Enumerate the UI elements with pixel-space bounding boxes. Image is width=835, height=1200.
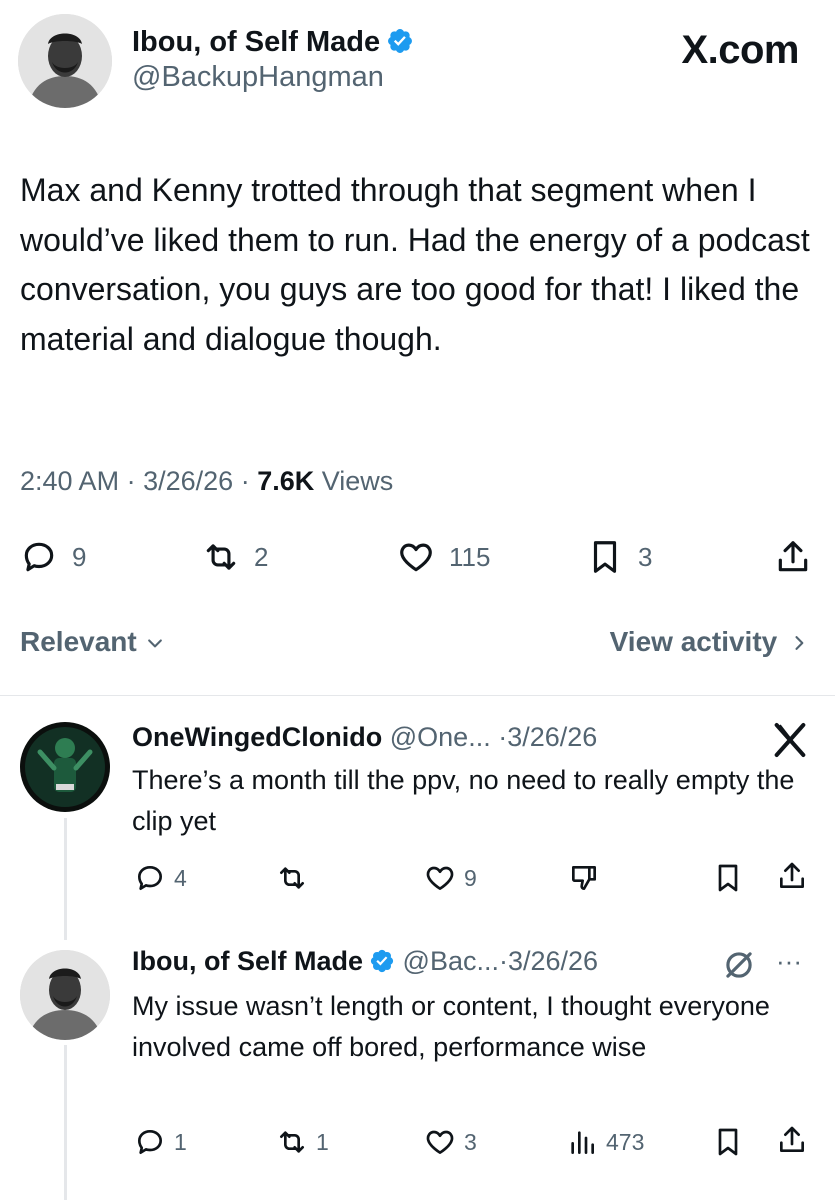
author-header: Ibou, of Self Made @BackupHangman (132, 26, 414, 94)
bookmark-icon (718, 1128, 738, 1156)
meta-separator: · (126, 466, 144, 496)
bookmark-count: 3 (638, 541, 653, 572)
reply-reply-count: 4 (174, 864, 187, 891)
reply-author-handle[interactable]: @Bac... (403, 946, 499, 976)
reply-icon (138, 1130, 162, 1154)
muted-circle-icon[interactable] (720, 946, 758, 984)
author-handle[interactable]: @BackupHangman (132, 61, 414, 94)
reply-date[interactable]: 3/26/26 (508, 946, 598, 976)
section-divider (0, 695, 835, 696)
reply-reply-button[interactable]: 4 (134, 862, 187, 894)
like-icon (426, 1130, 454, 1154)
reply-repost-button[interactable] (276, 862, 316, 894)
reply-icon (24, 542, 54, 572)
meta-separator: · (498, 946, 508, 976)
repost-count: 2 (254, 541, 269, 572)
reply-views-count: 473 (606, 1128, 645, 1155)
reply-share-button[interactable] (776, 860, 816, 892)
view-activity-link[interactable]: View activity (610, 626, 809, 658)
author-name[interactable]: Ibou, of Self Made (132, 26, 414, 59)
share-icon (780, 862, 804, 888)
reply-header: OneWingedClonido @One... ·3/26/26 (132, 722, 597, 753)
reply-date[interactable]: 3/26/26 (507, 722, 597, 752)
reply-author-name[interactable]: Ibou, of Self Made (132, 946, 363, 976)
reply-bookmark-button[interactable] (712, 1126, 752, 1158)
reply-views-button[interactable]: 473 (566, 1126, 644, 1158)
tweet-meta: 2:40 AM · 3/26/26 · 7.6K Views (20, 466, 393, 497)
views-count: 7.6K (257, 466, 315, 496)
tweet-time[interactable]: 2:40 AM (20, 466, 119, 496)
bookmark-icon (593, 541, 617, 573)
like-count: 115 (449, 541, 491, 572)
reply-count: 9 (72, 541, 87, 572)
meta-separator: · (498, 722, 508, 752)
reply-text: My issue wasn’t length or content, I tho… (132, 991, 770, 1062)
like-icon (426, 866, 454, 890)
reply-dislike-button[interactable] (568, 862, 608, 894)
reply-button[interactable]: 9 (20, 538, 86, 576)
share-icon (778, 541, 808, 572)
reply-share-button[interactable] (776, 1124, 816, 1156)
like-icon (400, 543, 432, 572)
reply-reply-count: 1 (174, 1128, 187, 1155)
thread-line (64, 818, 67, 940)
like-button[interactable]: 115 (397, 538, 490, 576)
site-label: X.com (681, 28, 799, 72)
reply-icon (138, 866, 162, 890)
reply-repost-button[interactable]: 1 (276, 1126, 329, 1158)
tweet-date[interactable]: 3/26/26 (143, 466, 233, 496)
share-button[interactable] (774, 538, 826, 576)
reply-reply-button[interactable]: 1 (134, 1126, 187, 1158)
reply-author-handle[interactable]: @One... (390, 722, 491, 752)
chevron-right-icon (795, 636, 804, 650)
reply-header: Ibou, of Self Made @Bac...·3/26/26 (132, 946, 598, 977)
verified-badge-icon (388, 29, 413, 53)
meta-separator: · (240, 466, 258, 496)
grok-x-icon[interactable] (770, 720, 810, 760)
reply-text: There’s a month till the ppv, no need to… (132, 765, 795, 836)
verified-badge-icon (370, 949, 394, 973)
dislike-icon (572, 866, 596, 890)
bookmark-icon (718, 864, 738, 892)
reply-like-count: 9 (464, 864, 477, 891)
chevron-down-icon (147, 639, 162, 648)
repost-icon (280, 867, 304, 889)
views-label: Views (321, 466, 394, 496)
reply-like-count: 3 (464, 1128, 477, 1155)
tweet-text: Max and Kenny trotted through that segme… (20, 172, 810, 357)
reply-avatar[interactable] (20, 950, 110, 1040)
repost-icon (206, 544, 236, 570)
reply-repost-count: 1 (316, 1128, 329, 1155)
sort-relevant-label: Relevant (20, 626, 137, 657)
share-icon (780, 1126, 804, 1152)
sort-relevant-button[interactable]: Relevant (20, 626, 165, 658)
repost-button[interactable]: 2 (202, 538, 268, 576)
reply-like-button[interactable]: 9 (424, 862, 477, 894)
author-avatar[interactable] (18, 14, 112, 108)
reply-author-name[interactable]: OneWingedClonido (132, 722, 382, 752)
bookmark-button[interactable]: 3 (586, 538, 652, 576)
view-activity-label: View activity (609, 626, 778, 657)
views-icon (571, 1131, 594, 1154)
more-icon[interactable]: ··· (776, 946, 802, 977)
reply-bookmark-button[interactable] (712, 862, 752, 894)
reply-avatar[interactable] (20, 722, 110, 812)
thread-line (64, 1045, 67, 1200)
repost-icon (280, 1131, 304, 1153)
reply-like-button[interactable]: 3 (424, 1126, 477, 1158)
